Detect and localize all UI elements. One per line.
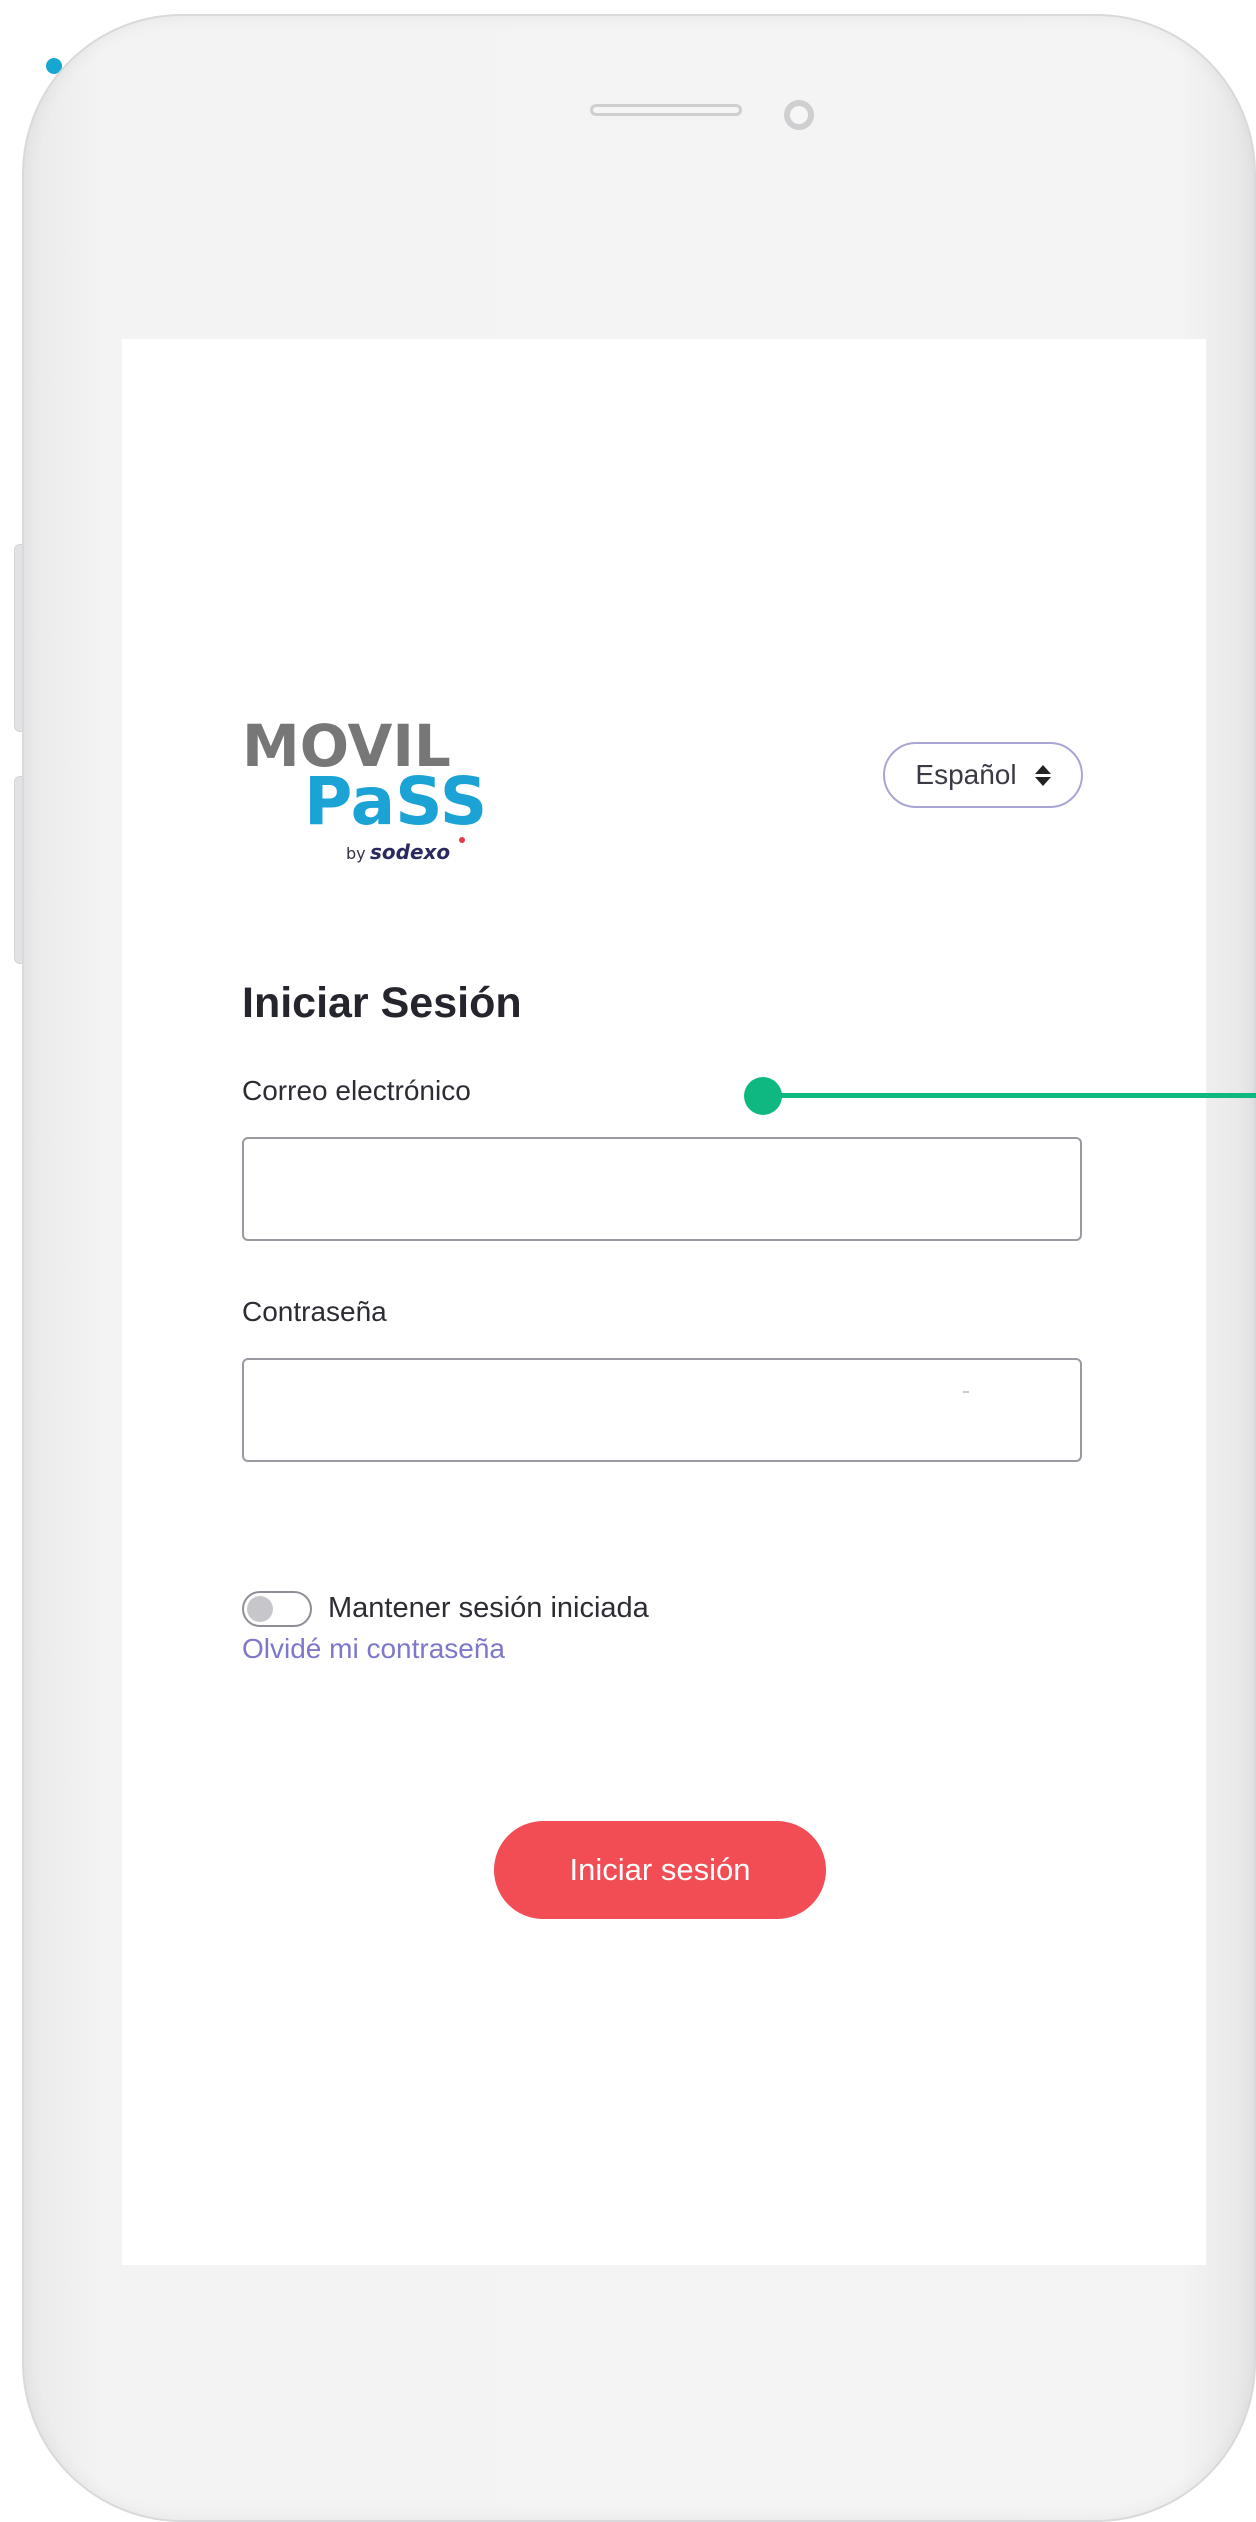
app-screen: MOVIL PaSS by sodexo Español Iniciar Ses… <box>122 339 1206 2265</box>
logo-text-sodexo: sodexo <box>370 840 450 864</box>
phone-frame: MOVIL PaSS by sodexo Español Iniciar Ses… <box>22 14 1256 2522</box>
phone-camera <box>784 100 814 130</box>
keep-session-toggle[interactable] <box>242 1591 312 1627</box>
login-button[interactable]: Iniciar sesión <box>494 1821 826 1919</box>
movilpass-logo: MOVIL PaSS by sodexo <box>242 712 487 864</box>
email-field[interactable] <box>242 1137 1082 1241</box>
toggle-knob <box>247 1596 273 1622</box>
language-select[interactable]: Español <box>883 742 1083 808</box>
phone-speaker <box>590 104 742 116</box>
password-label: Contraseña <box>242 1296 387 1327</box>
password-field[interactable] <box>242 1358 1082 1462</box>
language-select-value: Español <box>915 759 1017 790</box>
email-label: Correo electrónico <box>242 1075 471 1106</box>
page-title: Iniciar Sesión <box>242 979 522 1027</box>
sort-arrows-icon <box>1034 764 1051 786</box>
password-cursor-mark <box>963 1391 969 1393</box>
logo-text-by: by <box>346 844 366 863</box>
keep-session-label: Mantener sesión iniciada <box>328 1592 649 1624</box>
logo-sodexo-dot <box>459 837 465 843</box>
forgot-password-link[interactable]: Olvidé mi contraseña <box>242 1633 505 1665</box>
logo-text-pass: PaSS <box>304 763 487 840</box>
pointer-line <box>770 1093 1256 1098</box>
